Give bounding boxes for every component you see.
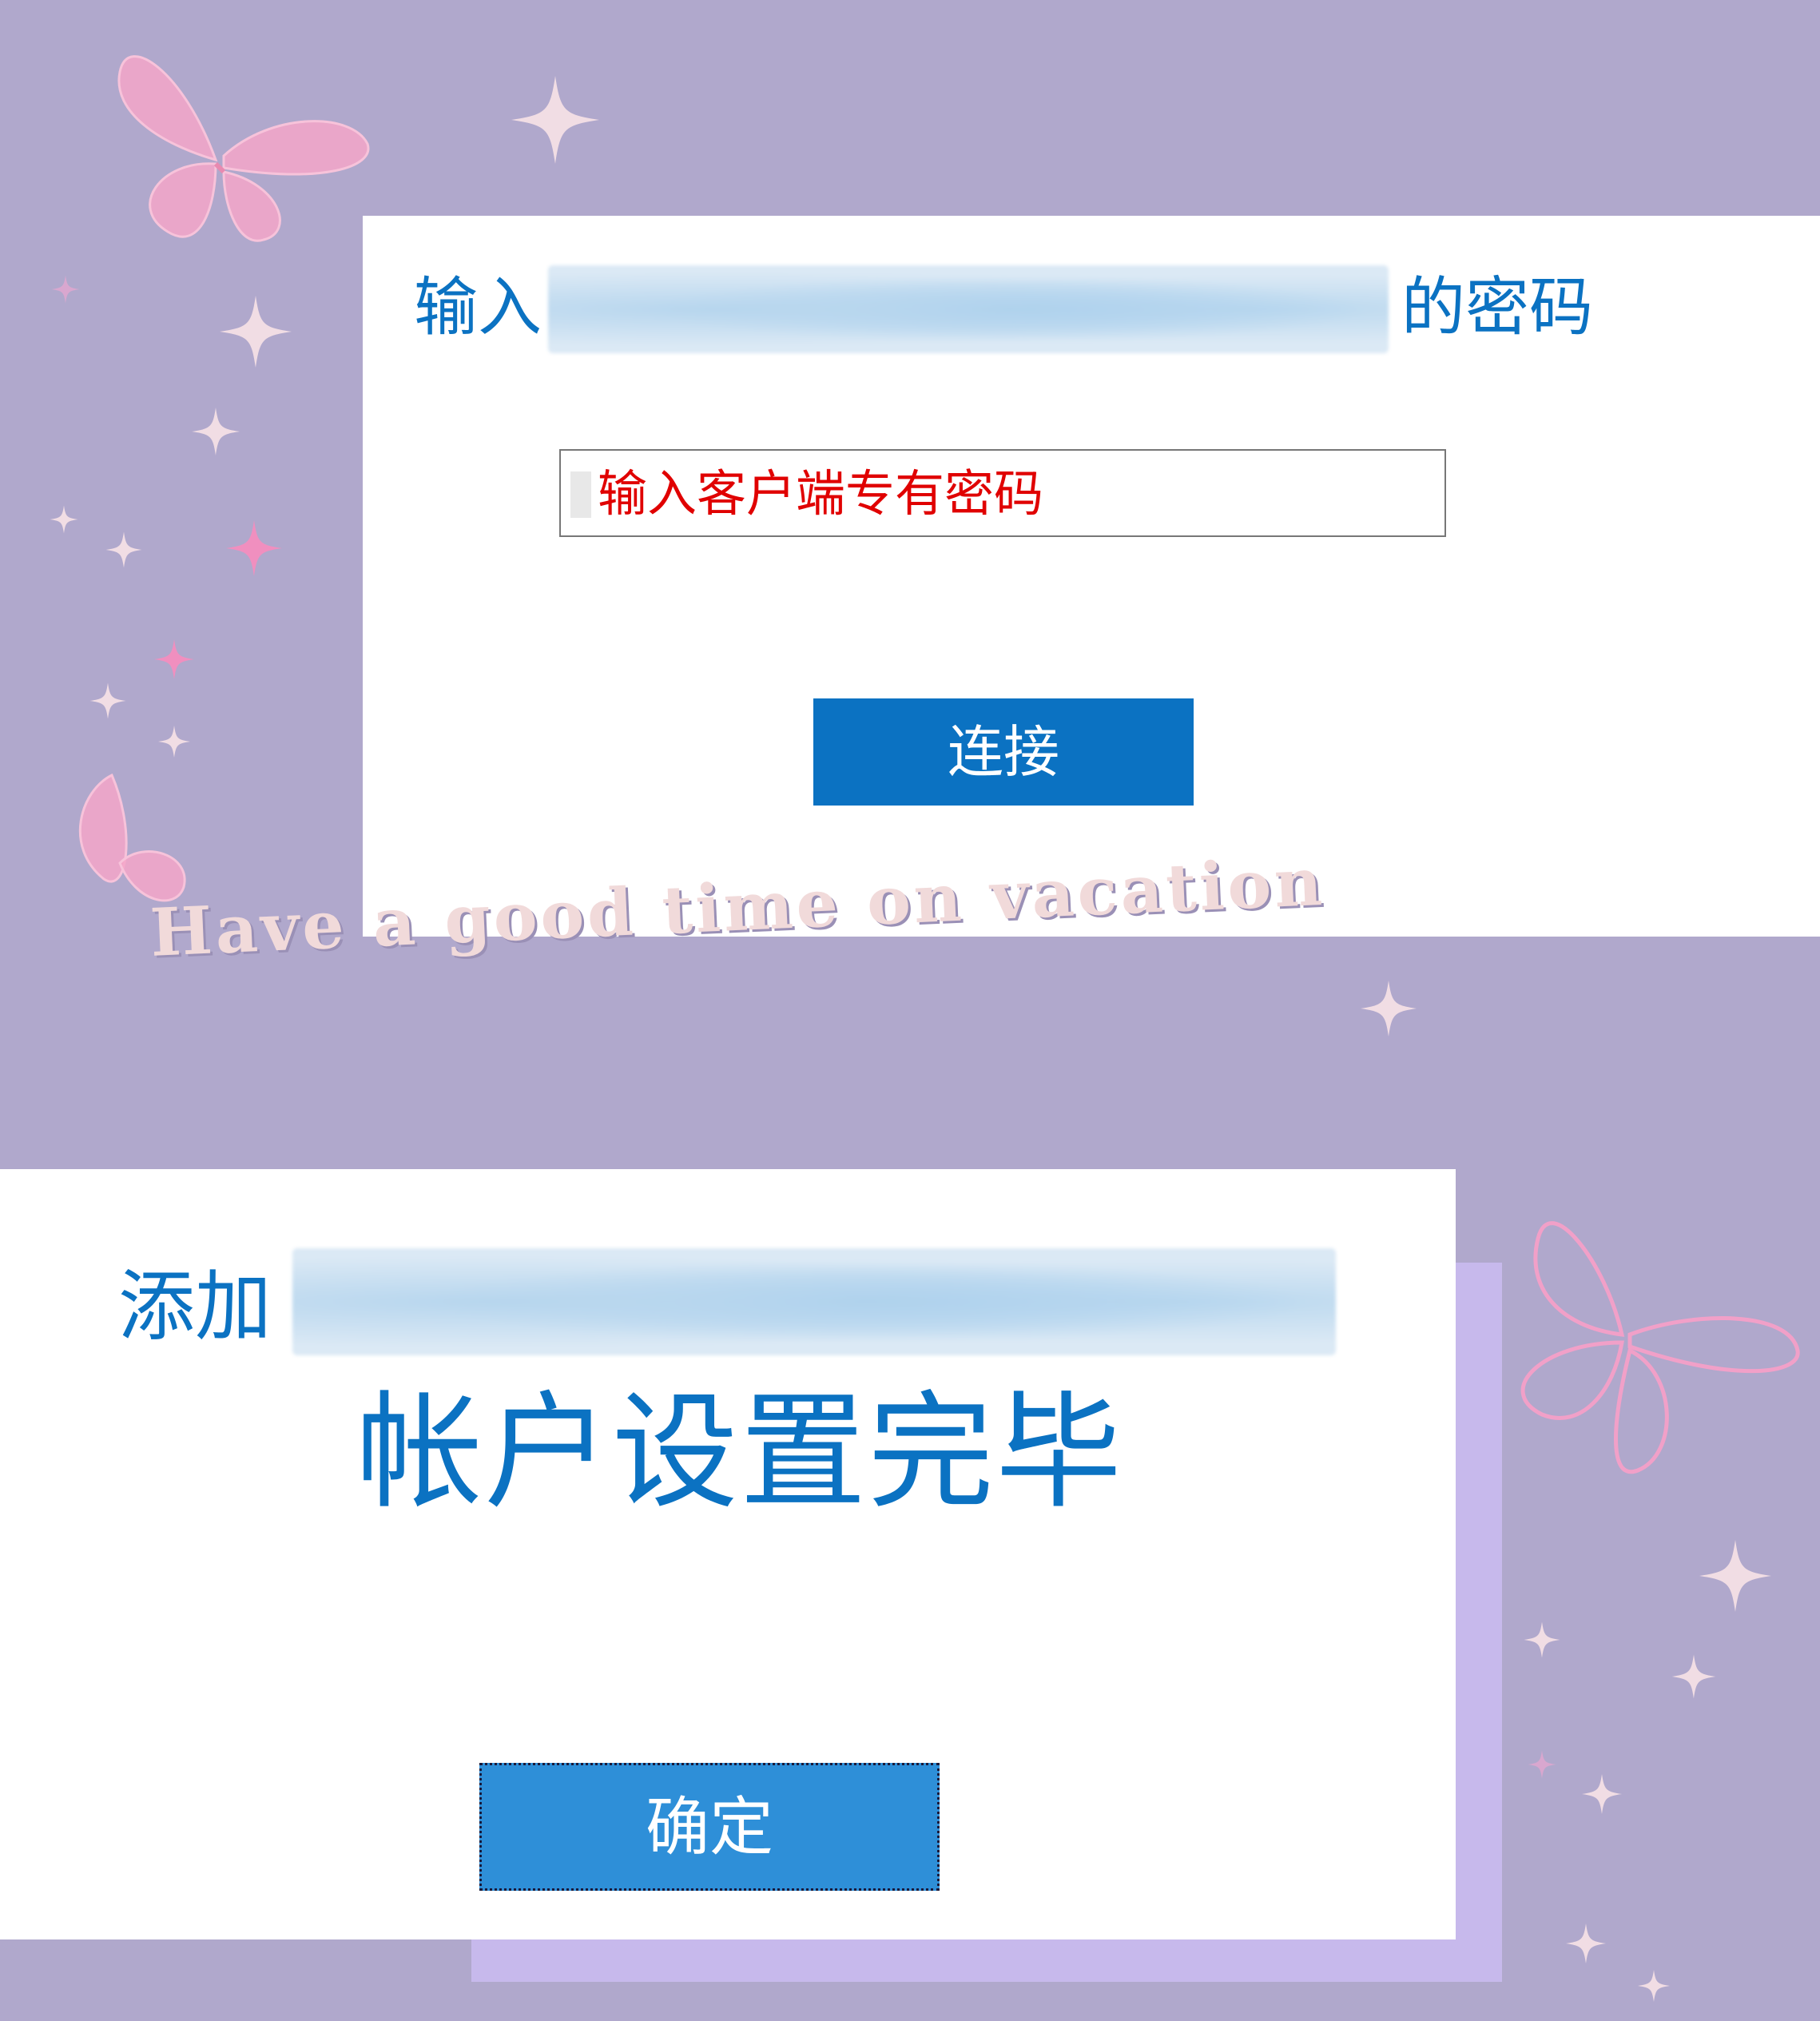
setup-complete-heading: 帐户设置完毕 (356, 1379, 1123, 1526)
sparkle-icon (1671, 1654, 1716, 1699)
sparkle-icon (154, 639, 194, 679)
password-title-suffix: 的密码 (1401, 270, 1593, 344)
sparkle-icon (220, 296, 292, 368)
sparkle-icon (105, 531, 142, 568)
sparkle-icon (1699, 1540, 1771, 1612)
sparkle-icon (158, 726, 190, 758)
butterfly-icon (1520, 1221, 1800, 1474)
sparkle-icon (192, 408, 240, 456)
password-title-prefix: 输入 (414, 270, 542, 344)
sparkle-icon (1528, 1750, 1556, 1779)
connect-button[interactable]: 连接 (813, 698, 1194, 806)
butterfly-icon (78, 773, 186, 902)
redacted-email (292, 1248, 1336, 1355)
password-input[interactable]: 输入客户端专有密码 (559, 449, 1446, 537)
ok-button[interactable]: 确定 (479, 1763, 940, 1891)
password-placeholder: 输入客户端专有密码 (598, 464, 1044, 523)
sparkle-icon (1524, 1621, 1560, 1658)
sparkle-icon (1638, 1970, 1670, 2002)
sparkle-icon (226, 520, 282, 576)
butterfly-icon (117, 55, 370, 242)
sparkle-icon (1566, 1924, 1606, 1963)
sparkle-icon (89, 682, 126, 719)
sparkle-icon (1582, 1774, 1622, 1814)
sparkle-icon (51, 275, 80, 304)
sparkle-icon (1361, 981, 1417, 1036)
text-cursor (570, 471, 591, 518)
sparkle-icon (511, 76, 599, 164)
add-title-prefix: 添加 (118, 1262, 272, 1351)
redacted-email (548, 265, 1389, 353)
sparkle-icon (50, 505, 78, 534)
